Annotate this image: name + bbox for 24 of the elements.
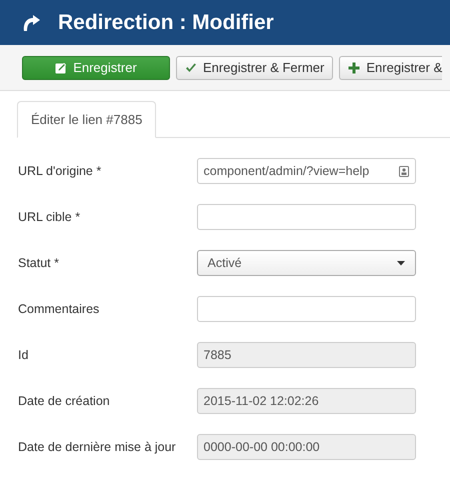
page-title: Redirection : Modifier xyxy=(58,10,274,34)
edit-icon xyxy=(55,62,68,74)
field-label: URL cible * xyxy=(18,210,82,224)
input-field: 7885 xyxy=(196,342,416,368)
plus-icon xyxy=(348,62,360,74)
save-button[interactable]: Enregistrer xyxy=(22,56,170,80)
input-field[interactable] xyxy=(196,204,416,230)
caret-icon xyxy=(397,260,405,266)
input-field: 0000-00-00 00:00:00 xyxy=(196,434,416,460)
field-label: URL d'origine * xyxy=(18,164,102,178)
field-label: Date de création xyxy=(18,394,111,408)
check-icon xyxy=(185,62,197,74)
field-label: Statut * xyxy=(18,256,60,270)
input-field[interactable]: component/admin/?view=help xyxy=(196,158,416,184)
redo-icon xyxy=(21,12,41,32)
input-field[interactable] xyxy=(196,296,416,322)
input-field: 2015-11-02 12:02:26 xyxy=(196,388,416,414)
status-dropdown[interactable]: Activé xyxy=(196,250,416,276)
tab[interactable]: Éditer le lien #7885 xyxy=(17,101,156,138)
field-label: Date de dernière mise à jour xyxy=(18,440,177,454)
save-close-button[interactable]: Enregistrer & Fermer xyxy=(176,56,334,80)
field-label: Commentaires xyxy=(18,302,100,316)
field-label: Id xyxy=(18,348,30,362)
save-new-button[interactable]: Enregistrer & xyxy=(339,56,442,80)
